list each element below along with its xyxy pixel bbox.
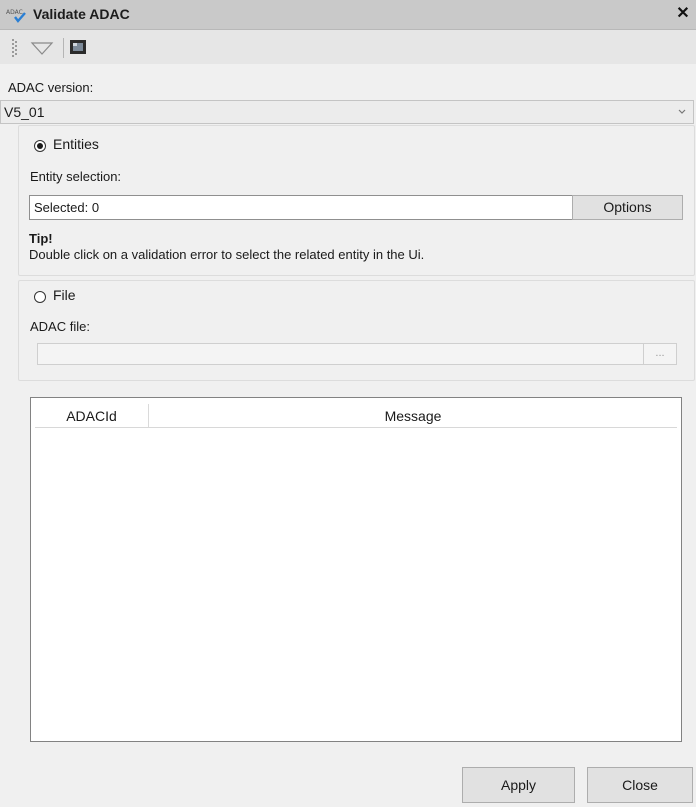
dialog-body: ADAC version: V5_01 Entities Entity sele… xyxy=(0,64,696,807)
entity-selection-field[interactable]: Selected: 0 xyxy=(29,195,573,220)
table-header: ADACId Message xyxy=(35,404,677,428)
chevron-down-icon xyxy=(678,109,686,114)
entity-selection-value: Selected: 0 xyxy=(34,200,100,215)
toolbar xyxy=(0,30,696,64)
adac-validate-icon: ADAC xyxy=(6,9,26,23)
options-button[interactable]: Options xyxy=(572,195,683,220)
entities-radio-label[interactable]: Entities xyxy=(53,136,99,152)
entity-selection-label: Entity selection: xyxy=(30,169,122,184)
browse-file-button[interactable]: ... xyxy=(643,343,677,365)
file-radio-label[interactable]: File xyxy=(53,287,76,303)
adac-file-label: ADAC file: xyxy=(30,319,90,334)
triangle-down-icon[interactable] xyxy=(30,40,54,56)
entities-group: Entities Entity selection: Selected: 0 O… xyxy=(18,125,695,276)
adac-version-value: V5_01 xyxy=(4,104,45,120)
adac-version-select[interactable]: V5_01 xyxy=(0,100,694,124)
tip-title: Tip! xyxy=(29,231,53,246)
close-button[interactable]: Close xyxy=(587,767,693,803)
window-title: Validate ADAC xyxy=(33,6,130,22)
file-radio[interactable] xyxy=(34,291,46,303)
title-bar: ADAC Validate ADAC ✕ xyxy=(0,0,696,30)
adac-file-field[interactable] xyxy=(37,343,645,365)
toolbar-separator xyxy=(63,38,64,58)
apply-button[interactable]: Apply xyxy=(462,767,575,803)
file-group: File ADAC file: ... xyxy=(18,280,695,381)
close-window-icon[interactable]: ✕ xyxy=(674,4,692,24)
tip-text: Double click on a validation error to se… xyxy=(29,247,425,262)
radio-selected-dot xyxy=(37,143,43,149)
validation-results-table[interactable]: ADACId Message xyxy=(30,397,682,742)
column-header-adacid[interactable]: ADACId xyxy=(35,408,148,424)
column-header-message[interactable]: Message xyxy=(149,408,677,424)
adac-version-label: ADAC version: xyxy=(8,80,94,95)
monitor-icon[interactable] xyxy=(69,39,87,55)
svg-text:ADAC: ADAC xyxy=(6,9,23,16)
entities-radio[interactable] xyxy=(34,140,46,152)
grip-handle-icon[interactable] xyxy=(12,38,18,58)
